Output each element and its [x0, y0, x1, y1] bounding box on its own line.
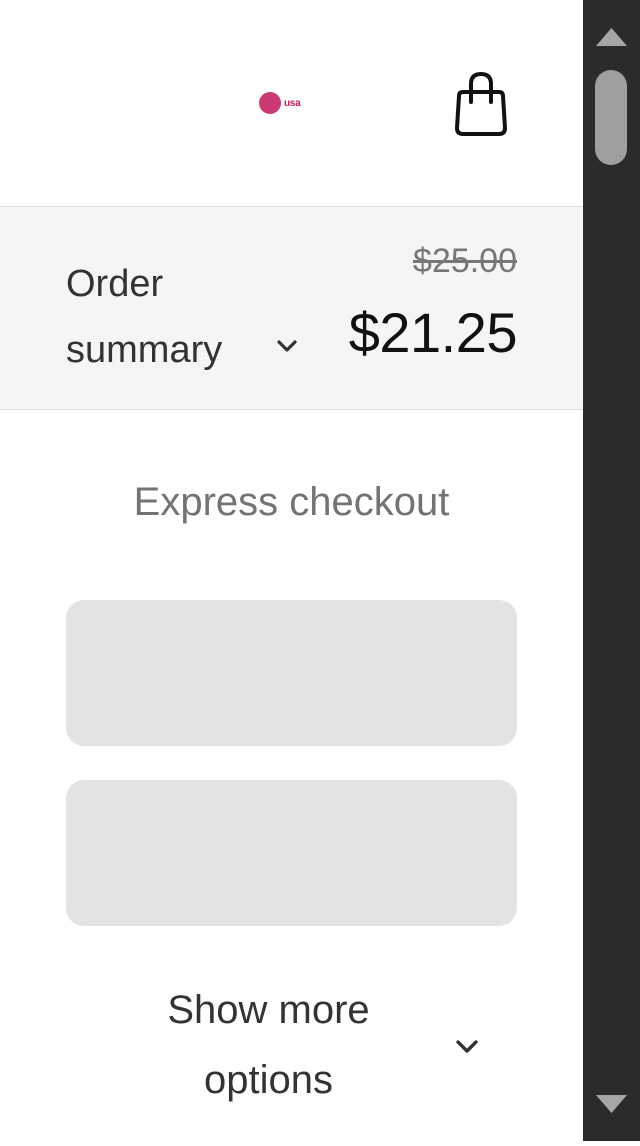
- scroll-up-button[interactable]: [583, 0, 640, 60]
- chevron-down-icon: [277, 340, 297, 352]
- logo-mark-icon: [259, 92, 281, 114]
- triangle-down-icon: [596, 1095, 627, 1113]
- checkout-header: usa: [0, 0, 583, 206]
- total-price: $21.25: [348, 301, 518, 364]
- checkout-page: usa Order summary $25.00 $21.25 Express …: [0, 0, 583, 1141]
- cart-button[interactable]: [445, 64, 517, 144]
- order-summary-toggle[interactable]: Order summary: [66, 251, 316, 381]
- vertical-scrollbar[interactable]: [583, 0, 640, 1141]
- store-logo[interactable]: usa: [259, 90, 319, 116]
- show-more-options-label: Show more options: [167, 988, 370, 1102]
- express-payment-button[interactable]: [66, 600, 517, 746]
- triangle-up-icon: [596, 28, 627, 46]
- show-more-options-button[interactable]: Show more options: [66, 975, 517, 1115]
- express-checkout-title: Express checkout: [133, 480, 450, 524]
- original-price: $25.00: [413, 242, 517, 280]
- scroll-down-button[interactable]: [583, 1081, 640, 1141]
- order-summary-label: Order summary: [66, 263, 223, 371]
- scrollbar-thumb[interactable]: [595, 70, 627, 165]
- express-payment-button[interactable]: [66, 780, 517, 926]
- chevron-down-icon: [456, 1040, 478, 1053]
- logo-text: usa: [284, 97, 301, 109]
- shopping-bag-icon: [455, 71, 507, 136]
